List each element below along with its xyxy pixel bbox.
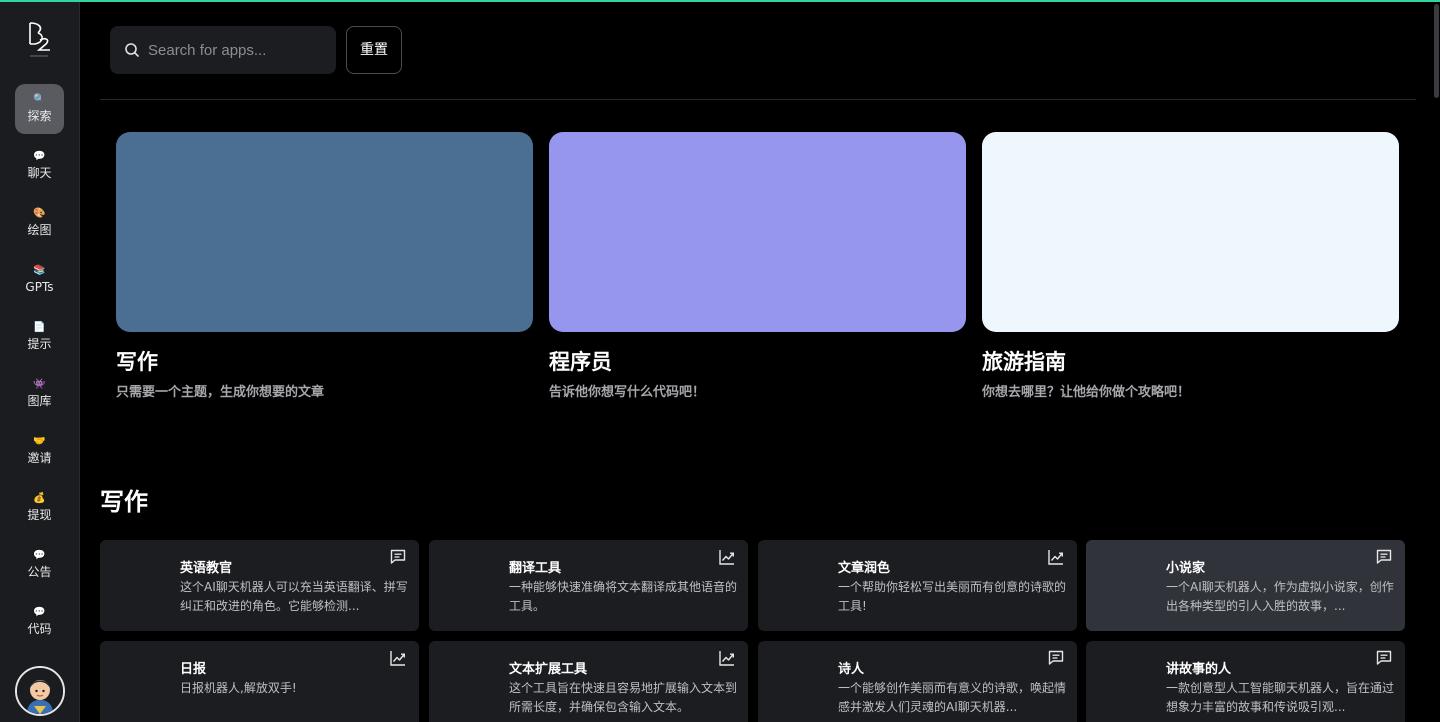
sidebar-item-label: 公告	[27, 565, 52, 579]
app-card-title: 诗人	[838, 662, 865, 677]
sidebar-item-label: 绘图	[27, 223, 52, 237]
user-avatar[interactable]	[15, 666, 65, 716]
sidebar-item-4[interactable]: 📄 提示	[15, 312, 64, 362]
featured-description: 你想去哪里？让他给你做个攻略吧！	[982, 385, 1191, 400]
chart-icon	[1047, 548, 1065, 566]
sidebar-item-label: 聊天	[27, 166, 52, 180]
featured-card[interactable]: 程序员告诉他你想写什么代码吧！	[549, 132, 966, 402]
sidebar-item-5[interactable]: 👾 图库	[15, 369, 64, 419]
featured-description: 告诉他你想写什么代码吧！	[549, 385, 706, 400]
sidebar-item-label: 提示	[27, 337, 52, 351]
app-card-title: 讲故事的人	[1166, 662, 1232, 677]
scrollbar-thumb[interactable]	[1434, 4, 1439, 98]
chat-icon	[389, 548, 407, 566]
money-bag-icon: 💰	[33, 493, 46, 504]
app-card-description: 日报机器人,解放双手!	[180, 681, 297, 695]
sidebar-item-label: 代码	[27, 622, 52, 636]
featured-card[interactable]: 旅游指南你想去哪里？让他给你做个攻略吧！	[982, 132, 1399, 402]
main-content: 重置 写作只需要一个主题，生成你想要的文章程序员告诉他你想写什么代码吧！旅游指南…	[80, 2, 1440, 722]
featured-description: 只需要一个主题，生成你想要的文章	[116, 385, 325, 400]
scrollbar[interactable]	[1433, 2, 1440, 722]
sidebar-item-label: 提现	[27, 508, 52, 522]
app-card-description: 一个帮助你轻松写出美丽而有创意的诗歌的工具!	[838, 580, 1067, 613]
featured-banner[interactable]	[116, 132, 533, 332]
chat-icon	[1375, 548, 1393, 566]
chart-icon	[718, 649, 736, 667]
chat-icon	[1047, 649, 1065, 667]
app-card[interactable]: 文本扩展工具这个工具旨在快速且容易地扩展输入文本到所需长度，并确保包含输入文本。	[429, 641, 748, 722]
app-card[interactable]: 日报日报机器人,解放双手!	[100, 641, 419, 722]
featured-title: 旅游指南	[982, 350, 1066, 374]
magnifier-icon: 🔍	[33, 94, 46, 105]
featured-card[interactable]: 写作只需要一个主题，生成你想要的文章	[116, 132, 533, 402]
sidebar-item-6[interactable]: 🤝 邀请	[15, 426, 64, 476]
sidebar-item-label: 图库	[27, 394, 52, 408]
app-card-description: 一款创意型人工智能聊天机器人，旨在通过想象力丰富的故事和传说吸引观...	[1166, 681, 1395, 714]
app-card-title: 文本扩展工具	[509, 662, 588, 677]
reset-button[interactable]: 重置	[346, 26, 402, 74]
sidebar-item-label: GPTs	[25, 280, 54, 294]
app-card-title: 小说家	[1166, 561, 1206, 576]
sidebar-item-label: 邀请	[27, 451, 52, 465]
document-icon: 📄	[33, 322, 46, 333]
sidebar-item-1[interactable]: 💬 聊天	[15, 141, 64, 191]
app-card-title: 文章润色	[838, 561, 891, 576]
search-box[interactable]	[110, 26, 336, 74]
books-icon: 📚	[33, 265, 46, 276]
sidebar-item-9[interactable]: 💬 代码	[15, 597, 64, 647]
app-card-title: 翻译工具	[509, 561, 562, 576]
featured-banner[interactable]	[982, 132, 1399, 332]
app-card-description: 这个工具旨在快速且容易地扩展输入文本到所需长度，并确保包含输入文本。	[509, 681, 738, 714]
avatar-person-icon	[17, 668, 63, 714]
sidebar-item-2[interactable]: 🎨 绘图	[15, 198, 64, 248]
app-card[interactable]: 翻译工具一种能够快速准确将文本翻译成其他语音的工具。	[429, 540, 748, 631]
app-card-title: 英语教官	[180, 561, 233, 576]
sidebar-item-7[interactable]: 💰 提现	[15, 483, 64, 533]
featured-title: 写作	[116, 350, 158, 374]
section-title: 写作	[100, 488, 148, 516]
divider	[100, 99, 1416, 100]
chat-icon	[1375, 649, 1393, 667]
sidebar-item-8[interactable]: 💬 公告	[15, 540, 64, 590]
search-icon	[125, 43, 139, 57]
featured-title: 程序员	[549, 350, 612, 374]
speech-bubble-icon: 💬	[33, 151, 46, 162]
speech-bubble-icon: 💬	[33, 607, 46, 618]
alien-monster-icon: 👾	[33, 379, 46, 390]
app-card[interactable]: 文章润色一个帮助你轻松写出美丽而有创意的诗歌的工具!	[758, 540, 1077, 631]
chart-icon	[389, 649, 407, 667]
app-card[interactable]: 小说家一个AI聊天机器人，作为虚拟小说家，创作出各种类型的引人入胜的故事，...	[1086, 540, 1405, 631]
sidebar: 🔍 探索 💬 聊天 🎨 绘图 📚 GPTs 📄 提示 👾 图库 🤝 邀请 💰 提现 💬 公告 💬 代码	[0, 2, 80, 722]
speech-bubble-icon: 💬	[33, 550, 46, 561]
app-card-description: 一个AI聊天机器人，作为虚拟小说家，创作出各种类型的引人入胜的故事，...	[1166, 580, 1394, 613]
app-card-description: 一个能够创作美丽而有意义的诗歌，唤起情感并激发人们灵魂的AI聊天机器...	[838, 681, 1067, 714]
search-input[interactable]	[148, 39, 324, 61]
sidebar-item-0[interactable]: 🔍 探索	[15, 84, 64, 134]
app-card[interactable]: 英语教官这个AI聊天机器人可以充当英语翻译、拼写纠正和改进的角色。它能够检测..…	[100, 540, 419, 631]
logo	[29, 22, 50, 57]
sidebar-item-label: 探索	[27, 109, 52, 123]
chart-icon	[718, 548, 736, 566]
app-card[interactable]: 诗人一个能够创作美丽而有意义的诗歌，唤起情感并激发人们灵魂的AI聊天机器...	[758, 641, 1077, 722]
app-card-title: 日报	[180, 662, 207, 677]
app-card-description: 这个AI聊天机器人可以充当英语翻译、拼写纠正和改进的角色。它能够检测...	[180, 580, 408, 613]
featured-banner[interactable]	[549, 132, 966, 332]
handshake-icon: 🤝	[33, 436, 46, 447]
palette-icon: 🎨	[33, 208, 46, 219]
app-card[interactable]: 讲故事的人一款创意型人工智能聊天机器人，旨在通过想象力丰富的故事和传说吸引观..…	[1086, 641, 1405, 722]
sidebar-item-3[interactable]: 📚 GPTs	[15, 255, 64, 305]
app-card-description: 一种能够快速准确将文本翻译成其他语音的工具。	[509, 580, 738, 613]
